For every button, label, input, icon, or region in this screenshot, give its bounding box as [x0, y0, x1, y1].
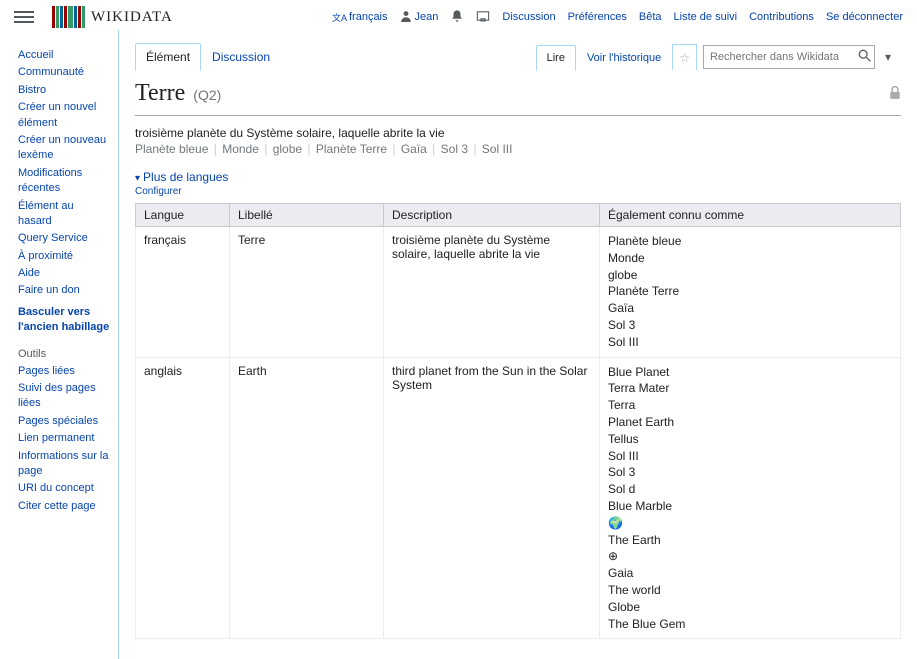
- alias-item: 🌍: [608, 515, 892, 532]
- item-qid: (Q2): [193, 87, 221, 103]
- nav-discussion[interactable]: Discussion: [502, 11, 555, 23]
- alias-item: Blue Planet: [608, 364, 892, 381]
- language-table: Langue Libellé Description Également con…: [135, 203, 901, 639]
- nav-beta[interactable]: Bêta: [639, 11, 662, 23]
- sidebar-donate[interactable]: Faire un don: [18, 283, 110, 298]
- tool-links-here[interactable]: Pages liées: [18, 364, 110, 379]
- item-description: troisième planète du Système solaire, la…: [135, 126, 901, 140]
- alias: Sol 3: [441, 142, 468, 156]
- sidebar-skin-toggle[interactable]: Basculer vers l'ancien habillage: [18, 305, 110, 336]
- alias-item: Gaia: [608, 565, 892, 582]
- nav-contributions[interactable]: Contributions: [749, 11, 814, 23]
- alias: globe: [273, 142, 302, 156]
- alias-item: Tellus: [608, 431, 892, 448]
- alias: Planète Terre: [316, 142, 387, 156]
- tab-item[interactable]: Élément: [135, 43, 201, 71]
- tool-cite[interactable]: Citer cette page: [18, 499, 110, 514]
- alias-item: Sol d: [608, 481, 892, 498]
- alias-item: Terra: [608, 397, 892, 414]
- search-input[interactable]: [703, 45, 875, 69]
- alias-item: Sol 3: [608, 317, 892, 334]
- alias: Sol III: [482, 142, 513, 156]
- cell-label: Terre: [230, 227, 384, 358]
- nav-watchlist[interactable]: Liste de suivi: [674, 11, 738, 23]
- alias: Gaïa: [401, 142, 427, 156]
- wikidata-logo[interactable]: WIKIDATA: [52, 6, 173, 28]
- alias-item: Planet Earth: [608, 414, 892, 431]
- user-icon: [400, 9, 412, 25]
- alias-item: Globe: [608, 599, 892, 616]
- nav-preferences[interactable]: Préférences: [568, 11, 627, 23]
- nav-logout[interactable]: Se déconnecter: [826, 11, 903, 23]
- cell-aliases: Blue PlanetTerra MaterTerraPlanet EarthT…: [600, 357, 901, 639]
- tool-page-info[interactable]: Informations sur la page: [18, 449, 110, 480]
- table-row: anglaisEarththird planet from the Sun in…: [136, 357, 901, 639]
- notices-icon[interactable]: [476, 9, 490, 26]
- tool-special[interactable]: Pages spéciales: [18, 414, 110, 429]
- alias-item: The Earth: [608, 532, 892, 549]
- language-selector[interactable]: 文A français: [332, 11, 388, 24]
- sidebar-new-lexeme[interactable]: Créer un nouveau lexème: [18, 133, 110, 164]
- cell-description: third planet from the Sun in the Solar S…: [384, 357, 600, 639]
- tool-related-changes[interactable]: Suivi des pages liées: [18, 381, 110, 412]
- logo-wordmark: WIKIDATA: [91, 9, 173, 26]
- tab-history[interactable]: Voir l'historique: [576, 45, 672, 71]
- alias-item: globe: [608, 267, 892, 284]
- cell-description: troisième planète du Système solaire, la…: [384, 227, 600, 358]
- alias-item: Blue Marble: [608, 498, 892, 515]
- page-title: Terre: [135, 80, 185, 107]
- alias-item: Planète bleue: [608, 233, 892, 250]
- sidebar-new-item[interactable]: Créer un nouvel élément: [18, 100, 110, 131]
- alias: Monde: [222, 142, 259, 156]
- item-aliases: Planète bleue | Monde | globe | Planète …: [135, 142, 901, 156]
- user-link[interactable]: Jean: [400, 9, 439, 25]
- alias-item: Gaïa: [608, 300, 892, 317]
- alias-item: Terra Mater: [608, 380, 892, 397]
- tool-concept-uri[interactable]: URI du concept: [18, 481, 110, 496]
- cell-language: français: [136, 227, 230, 358]
- alias-item: The world: [608, 582, 892, 599]
- hamburger-menu-icon[interactable]: [14, 7, 34, 27]
- sidebar-query[interactable]: Query Service: [18, 231, 110, 246]
- tool-permalink[interactable]: Lien permanent: [18, 431, 110, 446]
- alias-item: ⊕: [608, 548, 892, 565]
- th-label: Libellé: [230, 204, 384, 227]
- watch-star-icon[interactable]: ☆: [672, 44, 697, 70]
- configure-languages-link[interactable]: Configurer: [135, 186, 901, 197]
- sidebar-accueil[interactable]: Accueil: [18, 48, 110, 63]
- protection-lock-icon: [889, 86, 901, 103]
- tools-heading: Outils: [18, 348, 110, 360]
- more-languages-toggle[interactable]: Plus de langues: [135, 170, 228, 184]
- cell-language: anglais: [136, 357, 230, 639]
- th-description: Description: [384, 204, 600, 227]
- alias-item: Sol 3: [608, 464, 892, 481]
- notifications-icon[interactable]: [450, 9, 464, 26]
- more-menu-icon[interactable]: ▾: [875, 50, 901, 64]
- tab-discussion[interactable]: Discussion: [201, 43, 281, 71]
- th-language: Langue: [136, 204, 230, 227]
- alias-item: The Blue Gem: [608, 616, 892, 633]
- alias-item: Planète Terre: [608, 283, 892, 300]
- sidebar-communaute[interactable]: Communauté: [18, 65, 110, 80]
- tab-read[interactable]: Lire: [536, 45, 576, 71]
- alias: Planète bleue: [135, 142, 208, 156]
- sidebar-help[interactable]: Aide: [18, 266, 110, 281]
- sidebar-bistro[interactable]: Bistro: [18, 83, 110, 98]
- sidebar-nearby[interactable]: À proximité: [18, 249, 110, 264]
- th-aka: Également connu comme: [600, 204, 901, 227]
- cell-aliases: Planète bleueMondeglobePlanète TerreGaïa…: [600, 227, 901, 358]
- sidebar-random[interactable]: Élément au hasard: [18, 199, 110, 230]
- cell-label: Earth: [230, 357, 384, 639]
- alias-item: Sol III: [608, 334, 892, 351]
- alias-item: Monde: [608, 250, 892, 267]
- table-row: françaisTerretroisième planète du Systèm…: [136, 227, 901, 358]
- alias-item: Sol III: [608, 448, 892, 465]
- search-icon[interactable]: [858, 49, 871, 65]
- sidebar-recent-changes[interactable]: Modifications récentes: [18, 166, 110, 197]
